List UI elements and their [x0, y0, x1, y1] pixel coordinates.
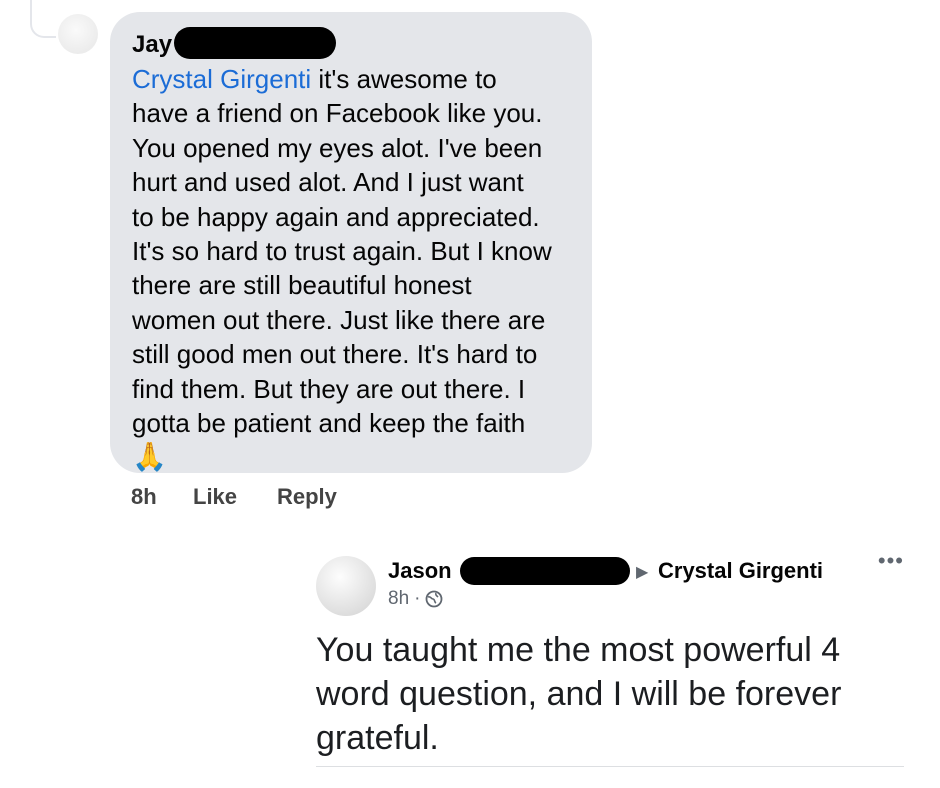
post-header: Jason ▶ Crystal Girgenti [388, 556, 888, 586]
more-options-icon[interactable]: ••• [878, 550, 904, 572]
redaction-bar [460, 557, 630, 585]
meta-separator: · [414, 588, 421, 609]
comment-author-row: Jay [132, 27, 570, 61]
comment-body: it's awesome to have a friend on Faceboo… [132, 64, 552, 439]
arrow-right-icon: ▶ [636, 564, 649, 581]
globe-icon[interactable] [425, 590, 443, 608]
comment-text: Crystal Girgenti it's awesome to have a … [132, 62, 570, 440]
post-author-name[interactable]: Jason [388, 558, 452, 584]
comment-bubble: Jay Crystal Girgenti it's awesome to hav… [110, 12, 592, 473]
like-button[interactable]: Like [193, 484, 277, 510]
comment-actions: 8h Like Reply [131, 484, 337, 510]
comment-author-name[interactable]: Jay [132, 31, 172, 59]
comment-timestamp[interactable]: 8h [131, 484, 193, 510]
thread-connector-line [30, 0, 56, 38]
post-meta: 8h · [388, 588, 443, 610]
post-timestamp[interactable]: 8h [388, 588, 409, 610]
divider [316, 766, 904, 767]
reply-button[interactable]: Reply [277, 484, 337, 510]
avatar[interactable] [316, 556, 376, 616]
avatar[interactable] [58, 14, 98, 54]
mention-link[interactable]: Crystal Girgenti [132, 64, 311, 94]
post-text: You taught me the most powerful 4 word q… [316, 631, 842, 757]
post-target-name[interactable]: Crystal Girgenti [658, 558, 823, 584]
praying-hands-emoji: 🙏 [132, 441, 167, 473]
redaction-bar [174, 27, 336, 59]
